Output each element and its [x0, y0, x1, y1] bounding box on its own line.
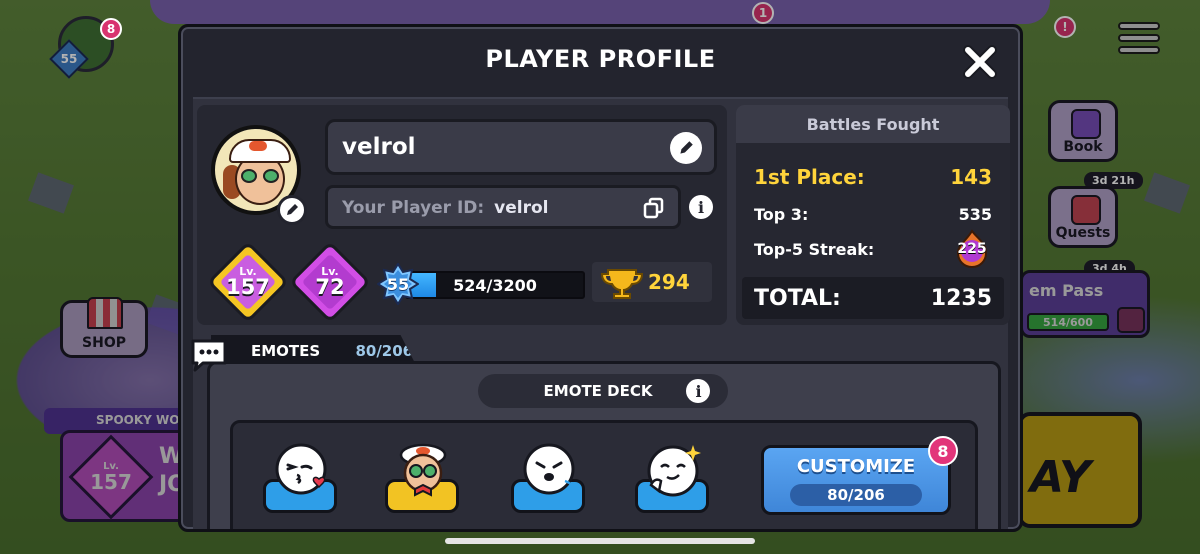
trophy-icon [600, 269, 644, 299]
play-label: AY [1030, 452, 1091, 503]
avatar-cap-dot [249, 141, 267, 151]
event-level-badge: Lv. 157 [68, 434, 154, 520]
avatar-glasses [263, 169, 279, 183]
notification-badge: 8 [100, 18, 122, 40]
emote-deck-label: EMOTE DECK [543, 382, 653, 400]
season-pass-card[interactable]: em Pass 514/600 [1020, 270, 1150, 338]
pass-label: em Pass [1029, 281, 1104, 300]
first-place-row: 1st Place: 143 [754, 165, 992, 189]
pass-progress-bar: 514/600 [1027, 313, 1109, 331]
total-value: 1235 [930, 285, 992, 311]
emote-slot-kiss[interactable] [261, 441, 339, 513]
streak-badge: 225 [952, 229, 992, 269]
emotes-panel: EMOTE DECK i CUSTOMIZE 80/206 8 [207, 361, 1001, 529]
pencil-icon [287, 204, 298, 215]
customize-count: 80/206 [790, 484, 922, 506]
chest-icon [1117, 307, 1145, 333]
quests-button[interactable]: Quests [1048, 186, 1118, 248]
trophy-count: 294 [648, 270, 690, 294]
info-icon[interactable]: i [686, 379, 711, 403]
stat-label: Top-5 Streak: [754, 239, 875, 259]
stat-value: 143 [950, 165, 992, 189]
book-button[interactable]: Book [1048, 100, 1118, 162]
total-label: TOTAL: [754, 285, 841, 311]
edit-name-button[interactable] [670, 132, 702, 164]
pouting-emote-icon [523, 443, 575, 495]
character-emote-icon [399, 443, 447, 497]
book-label: Book [1063, 139, 1103, 155]
book-icon [1071, 109, 1101, 139]
player-name-field[interactable]: velrol [325, 119, 717, 175]
emotes-tab-label: EMOTES [251, 342, 321, 360]
quests-label: Quests [1055, 225, 1111, 241]
customize-label: CUSTOMIZE [796, 456, 916, 477]
play-button[interactable]: AY [1018, 412, 1142, 528]
notification-badge: ! [1054, 16, 1076, 38]
player-name: velrol [342, 134, 416, 160]
emote-slot-pouting[interactable] [509, 441, 587, 513]
emote-slot-character[interactable] [383, 441, 461, 513]
stat-label: 1st Place: [754, 165, 865, 189]
shop-button[interactable]: SHOP [60, 297, 148, 358]
close-button[interactable] [960, 42, 1000, 82]
stat-value: 535 [958, 205, 992, 224]
trophy-counter: 294 [592, 262, 712, 302]
emotes-count: 80/206 [355, 342, 414, 360]
xp-level-value: 55 [386, 274, 410, 294]
kiss-emote-icon [275, 443, 327, 495]
pencil-icon [680, 141, 693, 154]
emote-deck-header: EMOTE DECK i [478, 374, 728, 408]
top3-row: Top 3: 535 [754, 205, 992, 224]
stat-label: Top 3: [754, 205, 809, 224]
level-value: 157 [90, 470, 132, 494]
level-value: 55 [60, 52, 78, 66]
emote-deck-tray: CUSTOMIZE 80/206 8 [230, 420, 978, 529]
total-row: TOTAL: 1235 [742, 277, 1004, 319]
emote-slot-smug[interactable] [633, 441, 711, 513]
player-level-badge: Lv. 157 [206, 240, 290, 324]
shop-label: SHOP [82, 335, 126, 351]
chat-bubble-icon [191, 339, 227, 372]
notification-badge: 1 [752, 2, 774, 24]
customize-button[interactable]: CUSTOMIZE 80/206 8 [761, 436, 958, 515]
avatar-glasses [241, 169, 257, 183]
shop-icon [87, 297, 123, 329]
battles-fought-card: Battles Fought 1st Place: 143 Top 3: 535… [736, 105, 1010, 325]
smug-emote-icon [647, 445, 701, 497]
castle-wall-decoration [150, 0, 1050, 24]
player-id-value: velrol [494, 198, 549, 218]
profile-card: velrol Your Player ID: velrol i Lv.157 [197, 105, 727, 325]
menu-button[interactable] [1118, 22, 1160, 60]
modal-body: velrol Your Player ID: velrol i Lv.157 [191, 97, 1010, 529]
streak-row: Top-5 Streak: 225 [754, 229, 992, 269]
modal-title: PLAYER PROFILE [485, 45, 716, 73]
level-value: 72 [315, 275, 345, 299]
edit-avatar-button[interactable] [277, 195, 307, 225]
battles-title: Battles Fought [736, 105, 1010, 143]
quests-icon [1071, 195, 1101, 225]
info-icon[interactable]: i [689, 195, 713, 219]
player-id-label: Your Player ID: [342, 198, 485, 218]
xp-bar: 524/3200 [405, 271, 585, 299]
level-value: 157 [226, 275, 270, 299]
xp-level-badge: 55 [377, 263, 419, 305]
player-profile-modal: PLAYER PROFILE velrol Your Player ID: ve… [178, 24, 1023, 532]
player-id-field: Your Player ID: velrol [325, 185, 681, 229]
home-indicator[interactable] [445, 538, 755, 544]
xp-progress: 524/3200 55 [377, 263, 587, 305]
copy-icon[interactable] [642, 196, 666, 220]
event-card[interactable]: Lv. 157 W JO [60, 430, 190, 522]
close-icon [963, 45, 997, 79]
secondary-level-badge: Lv. 72 [288, 240, 372, 324]
stat-value: 225 [957, 241, 987, 257]
xp-text: 524/3200 [453, 276, 537, 295]
notification-badge: 8 [928, 436, 958, 466]
